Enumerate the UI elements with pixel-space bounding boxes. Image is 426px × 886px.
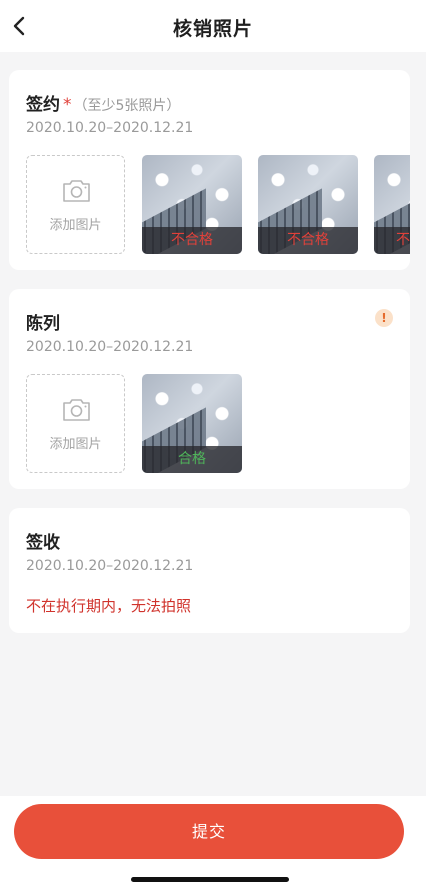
min-photos-hint: （至少5张照片） <box>73 98 181 114</box>
required-mark: * <box>63 95 72 115</box>
photo-thumbnail[interactable]: 合格 <box>142 374 242 473</box>
photo-status-label: 不合格 <box>142 227 242 254</box>
photo-thumbnail[interactable]: 不合格 <box>258 155 358 254</box>
receipt-section-title: 签收 <box>26 533 60 553</box>
photo-status-label: 不合格 <box>258 227 358 254</box>
photo-status-label: 不 <box>374 227 410 254</box>
photo-thumbnail[interactable]: 不 <box>374 155 410 254</box>
add-photo-label: 添加图片 <box>49 437 102 452</box>
camera-icon <box>63 399 90 421</box>
home-indicator <box>131 877 289 882</box>
sign-date-range: 2020.10.20–2020.12.21 <box>26 120 194 136</box>
camera-icon <box>63 180 90 202</box>
display-section-title: 陈列 <box>26 314 60 334</box>
add-photo-label: 添加图片 <box>49 218 102 233</box>
photo-status-label: 合格 <box>142 446 242 473</box>
add-photo-button[interactable]: 添加图片 <box>26 374 125 473</box>
out-of-period-message: 不在执行期内，无法拍照 <box>26 597 192 615</box>
display-section-card: 陈列 ! 2020.10.20–2020.12.21 添加图片 合格 <box>9 289 410 489</box>
add-photo-button[interactable]: 添加图片 <box>26 155 125 254</box>
sign-section-title: 签约 * （至少5张照片） <box>26 90 180 115</box>
sign-title-text: 签约 <box>26 95 60 115</box>
submit-button[interactable]: 提交 <box>14 804 404 859</box>
navigation-bar: 核销照片 <box>0 0 426 52</box>
warning-icon[interactable]: ! <box>375 309 393 327</box>
photo-thumbnail[interactable]: 不合格 <box>142 155 242 254</box>
receipt-date-range: 2020.10.20–2020.12.21 <box>26 558 194 574</box>
display-date-range: 2020.10.20–2020.12.21 <box>26 339 194 355</box>
bottom-action-bar: 提交 <box>0 796 426 886</box>
page-title: 核销照片 <box>172 18 253 40</box>
sign-section-card: 签约 * （至少5张照片） 2020.10.20–2020.12.21 添加图片 不… <box>9 70 410 270</box>
receipt-section-card: 签收 2020.10.20–2020.12.21 不在执行期内，无法拍照 <box>9 508 410 633</box>
